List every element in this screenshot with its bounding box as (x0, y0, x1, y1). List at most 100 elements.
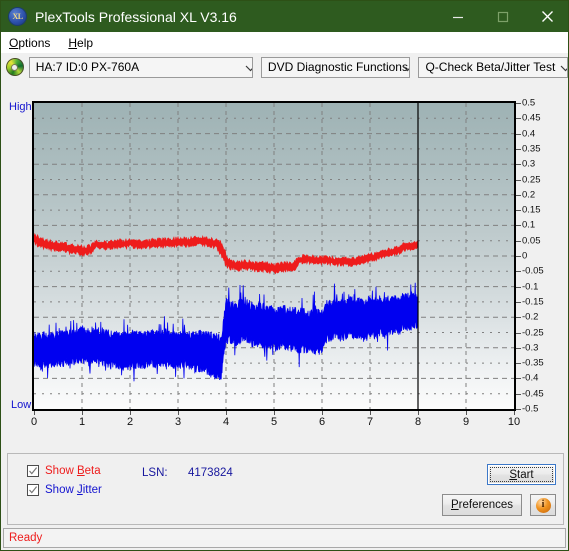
x-tick-label: 4 (222, 416, 230, 428)
show-beta-label: Show Beta (45, 465, 101, 477)
info-button[interactable]: i (530, 494, 556, 516)
function-select-value: DVD Diagnostic Functions (267, 60, 408, 74)
y-tick-label: -0.2 (522, 311, 539, 323)
xl-logo-icon: XL (9, 8, 26, 25)
y-tick-label: -0.1 (522, 280, 539, 292)
x-tick-mark (178, 411, 179, 415)
y-tick-label: -0.35 (522, 357, 544, 369)
x-tick-mark (322, 411, 323, 415)
y-tick-mark (516, 148, 521, 150)
show-jitter-checkbox[interactable]: Show Jitter (27, 484, 102, 496)
y-tick-mark (516, 409, 521, 410)
y-tick-mark (516, 225, 521, 227)
y-tick-mark (516, 118, 521, 120)
y-tick-label: -0.25 (522, 326, 544, 338)
x-tick-mark (466, 411, 467, 415)
y-tick-label: 0.25 (522, 173, 541, 185)
preferences-button[interactable]: Preferences (442, 494, 522, 516)
info-icon: i (535, 497, 551, 513)
y-tick-label: 0.1 (522, 219, 536, 231)
y-tick-mark (516, 164, 521, 166)
x-tick-label: 8 (414, 416, 422, 428)
y-tick-mark (516, 103, 521, 104)
x-tick-label: 10 (507, 416, 521, 428)
function-select[interactable]: DVD Diagnostic Functions (260, 56, 411, 78)
y-tick-mark (516, 179, 521, 181)
menu-item-help[interactable]: Help (66, 34, 101, 52)
x-tick-mark (418, 411, 419, 415)
test-select[interactable]: Q-Check Beta/Jitter Test (418, 56, 568, 78)
data-end-marker (417, 103, 419, 409)
drive-select-value: HA:7 ID:0 PX-760A (35, 60, 140, 74)
optical-disc-icon (6, 58, 24, 76)
controls-group: Show Beta Show Jitter LSN: 4173824 Start… (7, 453, 564, 525)
y-tick-mark (516, 240, 521, 242)
y-tick-label: 0.05 (522, 234, 541, 246)
x-tick-label: 1 (78, 416, 86, 428)
y-tick-label: 0.2 (522, 189, 536, 201)
window-title: PlexTools Professional XL V3.16 (35, 8, 237, 25)
y-tick-label: -0.3 (522, 342, 539, 354)
info-icon-glyph: i (541, 499, 545, 510)
application-window: XL PlexTools Professional XL V3.16 Optio… (0, 0, 569, 551)
close-icon[interactable] (525, 1, 568, 32)
menu-item-options[interactable]: Options (7, 34, 58, 52)
x-tick-mark (274, 411, 275, 415)
y-tick-mark (516, 317, 521, 319)
x-tick-mark (226, 411, 227, 415)
y-tick-mark (516, 133, 521, 135)
x-tick-mark (82, 411, 83, 415)
axis-label-high: High (9, 101, 32, 113)
drive-select[interactable]: HA:7 ID:0 PX-760A (28, 56, 253, 78)
y-tick-label: 0.4 (522, 127, 536, 139)
menu-item-options-accel: O (9, 35, 19, 50)
toolbar: HA:7 ID:0 PX-760A DVD Diagnostic Functio… (1, 53, 568, 81)
y-tick-label: 0.45 (522, 112, 541, 124)
x-tick-mark (130, 411, 131, 415)
start-button-label: Start (509, 468, 534, 481)
checkbox-checked-icon (27, 484, 39, 496)
y-tick-label: 0.15 (522, 204, 541, 216)
lsn-value: 4173824 (188, 467, 233, 479)
x-tick-label: 6 (318, 416, 326, 428)
xl-logo-text: XL (12, 12, 23, 21)
show-jitter-label: Show Jitter (45, 484, 102, 496)
maximize-icon[interactable] (480, 1, 525, 32)
y-tick-label: 0.5 (522, 97, 536, 109)
x-tick-label: 3 (174, 416, 182, 428)
y-tick-label: 0 (522, 250, 528, 262)
y-tick-mark (516, 210, 521, 212)
checkbox-checked-icon (27, 465, 39, 477)
window-controls (435, 1, 568, 32)
y-tick-mark (516, 301, 521, 303)
x-tick-mark (370, 411, 371, 415)
plot-area[interactable] (32, 101, 516, 411)
x-tick-mark (34, 411, 35, 415)
status-text: Ready (9, 532, 43, 544)
axis-label-low: Low (11, 399, 32, 411)
y-tick-mark (516, 347, 521, 349)
y-tick-mark (516, 271, 521, 273)
y-tick-mark (516, 332, 521, 334)
show-beta-checkbox[interactable]: Show Beta (27, 465, 101, 477)
test-select-value: Q-Check Beta/Jitter Test (425, 60, 556, 74)
chart-panel: High Low 0.5 0.45 0.4 0.35 0.3 0.25 0.2 0.15 0.1… (3, 84, 566, 450)
y-tick-label: 0.3 (522, 158, 536, 170)
x-tick-label: 7 (366, 416, 374, 428)
x-tick-label: 9 (462, 416, 470, 428)
y-tick-mark (516, 256, 521, 257)
y-tick-mark (516, 393, 521, 395)
menu-item-help-label: elp (77, 35, 94, 50)
x-tick-label: 2 (126, 416, 134, 428)
y-tick-label: -0.45 (522, 387, 544, 399)
y-tick-mark (516, 363, 521, 365)
start-button[interactable]: Start (487, 464, 556, 485)
menu-item-help-accel: H (68, 35, 78, 50)
x-tick-label: 0 (30, 416, 38, 428)
y-tick-label: -0.15 (522, 296, 544, 308)
y-tick-mark (516, 194, 521, 196)
y-tick-label: -0.05 (522, 265, 544, 277)
menu-item-options-label: ptions (18, 35, 51, 50)
x-tick-mark (514, 411, 515, 415)
minimize-icon[interactable] (435, 1, 480, 32)
